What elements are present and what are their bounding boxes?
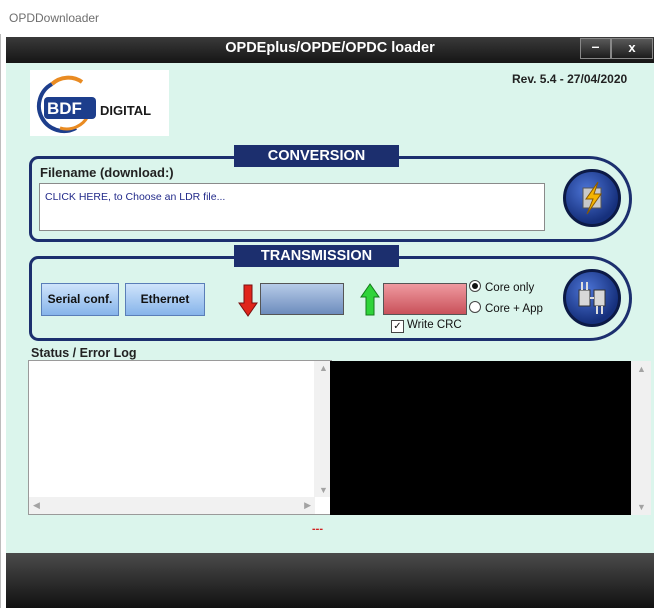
write-crc-label: Write CRC <box>407 319 462 331</box>
terminal-output-area[interactable]: ▲ ▼ <box>330 361 651 515</box>
svg-text:DIGITAL: DIGITAL <box>100 103 151 118</box>
terminal-scroll-down-icon[interactable]: ▼ <box>637 502 646 512</box>
status-log-textarea[interactable]: ▲ ▼ ◀ ▶ <box>28 360 332 515</box>
transmission-section-label: TRANSMISSION <box>234 245 399 267</box>
app-title: OPDEplus/OPDE/OPDC loader <box>225 40 435 56</box>
filename-label: Filename (download:) <box>40 165 174 180</box>
radio-core-app-label: Core + App <box>485 303 543 315</box>
terminal-vertical-scrollbar[interactable]: ▲ ▼ <box>631 361 651 515</box>
upload-arrow-icon <box>360 283 380 316</box>
status-indicator: --- <box>312 523 323 535</box>
scroll-right-icon[interactable]: ▶ <box>304 500 311 511</box>
status-log-label: Status / Error Log <box>31 346 137 360</box>
window-left-border <box>0 34 1 608</box>
convert-button[interactable] <box>563 169 621 227</box>
minimize-button[interactable]: – <box>580 38 611 59</box>
log-vertical-scrollbar[interactable]: ▲ ▼ <box>314 361 331 497</box>
logo-icon: BDF DIGITAL <box>37 75 151 134</box>
download-progress-button[interactable] <box>260 283 344 315</box>
serial-conf-button[interactable]: Serial conf. <box>41 283 119 316</box>
conversion-section-label: CONVERSION <box>234 145 399 167</box>
ethernet-button[interactable]: Ethernet <box>125 283 205 316</box>
scroll-up-icon[interactable]: ▲ <box>319 363 328 373</box>
radio-core-app-dot[interactable] <box>469 301 481 313</box>
bottom-panel <box>6 553 654 608</box>
scroll-down-icon[interactable]: ▼ <box>319 485 328 495</box>
radio-core-only-label: Core only <box>485 282 535 294</box>
outer-window-titlebar: OPDDownloader <box>0 0 654 34</box>
write-crc-check-icon[interactable]: ✓ <box>391 320 404 333</box>
main-panel: BDF DIGITAL Rev. 5.4 - 27/04/2020 CONVER… <box>6 63 654 553</box>
radio-core-only-dot[interactable] <box>469 280 481 292</box>
svg-text:BDF: BDF <box>47 99 82 118</box>
radio-core-only[interactable]: Core only <box>469 280 534 294</box>
app-titlebar[interactable]: OPDEplus/OPDE/OPDC loader – x <box>6 37 654 63</box>
upload-progress-button[interactable] <box>383 283 467 315</box>
lightning-chip-icon <box>582 181 602 215</box>
terminal-scroll-up-icon[interactable]: ▲ <box>637 364 646 374</box>
file-chooser-field[interactable]: CLICK HERE, to Choose an LDR file... <box>39 183 545 231</box>
write-crc-checkbox[interactable]: ✓ Write CRC <box>391 319 462 333</box>
transmit-button[interactable] <box>563 269 621 327</box>
close-button[interactable]: x <box>611 38 653 59</box>
log-horizontal-scrollbar[interactable]: ◀ ▶ <box>29 497 315 514</box>
scroll-left-icon[interactable]: ◀ <box>33 500 40 511</box>
revision-label: Rev. 5.4 - 27/04/2020 <box>512 72 628 86</box>
terminal-output <box>330 361 631 515</box>
bdf-digital-logo: BDF DIGITAL <box>30 70 169 136</box>
plug-connector-icon <box>578 282 606 314</box>
outer-window-title: OPDDownloader <box>9 11 100 25</box>
download-arrow-icon <box>238 284 258 317</box>
radio-core-app[interactable]: Core + App <box>469 301 543 315</box>
